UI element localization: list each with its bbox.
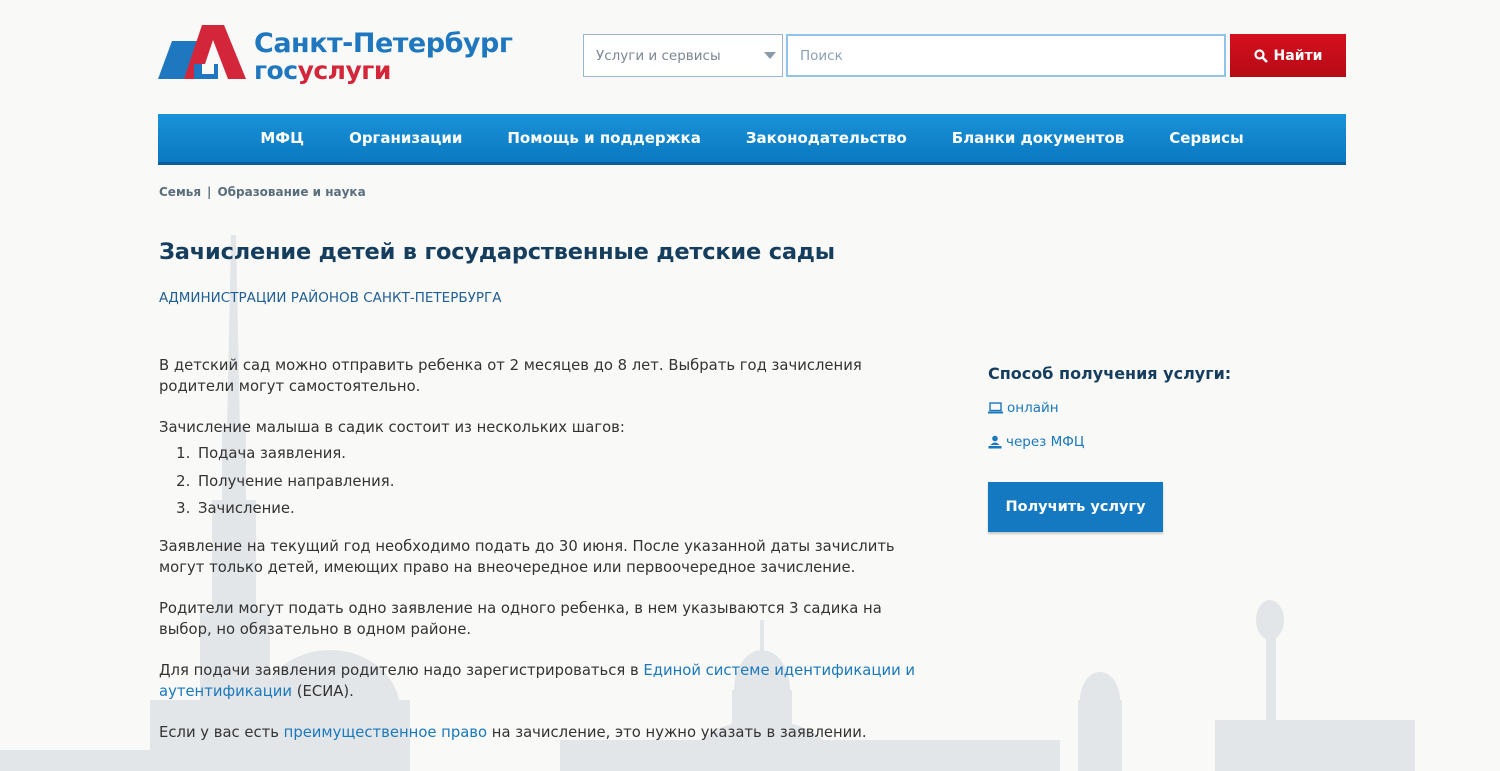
main-nav: МФЦ Организации Помощь и поддержка Закон… (158, 114, 1346, 165)
nav-item-organizations[interactable]: Организации (327, 129, 485, 147)
service-description: В детский сад можно отправить ребенка от… (159, 355, 919, 763)
breadcrumb-separator: | (207, 185, 212, 199)
category-select-value: Услуги и сервисы (596, 48, 721, 64)
chevron-down-icon (764, 52, 776, 59)
search-input[interactable] (786, 34, 1226, 77)
mfc-option-label: через МФЦ (1006, 434, 1085, 450)
breadcrumb-item-education[interactable]: Образование и наука (217, 185, 365, 199)
service-method-panel: Способ получения услуги: онлайн через МФ… (988, 364, 1288, 532)
online-option-link[interactable]: онлайн (988, 400, 1288, 416)
person-at-desk-icon (988, 435, 1002, 449)
search-icon (1253, 48, 1268, 63)
nav-item-forms[interactable]: Бланки документов (929, 129, 1147, 147)
service-method-heading: Способ получения услуги: (988, 364, 1232, 383)
online-option-label: онлайн (1007, 400, 1059, 416)
organization-link[interactable]: АДМИНИСТРАЦИИ РАЙОНОВ САНКТ-ПЕТЕРБУРГА (159, 290, 501, 306)
find-button[interactable]: Найти (1230, 34, 1346, 77)
nav-item-legislation[interactable]: Законодательство (723, 129, 929, 147)
laptop-icon (988, 402, 1003, 414)
paragraph-steps-intro: Зачисление малыша в садик состоит из нес… (159, 419, 625, 436)
paragraph-deadline: Заявление на текущий год необходимо пода… (159, 538, 895, 576)
site-logo[interactable]: Санкт-Петербург госуслуги (158, 24, 528, 86)
paragraph-registration: Для подачи заявления родителю надо зарег… (159, 662, 916, 700)
mfc-option-link[interactable]: через МФЦ (988, 434, 1288, 450)
nav-item-services[interactable]: Сервисы (1147, 129, 1266, 147)
steps-list: Подача заявления. Получение направления.… (173, 443, 919, 519)
logo-gosuslugi-text: госуслуги (254, 56, 391, 85)
paragraph-age: В детский сад можно отправить ребенка от… (159, 357, 862, 395)
priority-right-link[interactable]: преимущественное право (284, 724, 487, 741)
nav-item-help[interactable]: Помощь и поддержка (485, 129, 723, 147)
page-container: Санкт-Петербург госуслуги Услуги и серви… (158, 0, 1346, 771)
list-item: Зачисление. (195, 498, 919, 519)
category-select[interactable]: Услуги и сервисы (583, 34, 783, 77)
find-button-label: Найти (1273, 47, 1323, 64)
paragraph-choice: Родители могут подать одно заявление на … (159, 600, 882, 638)
breadcrumb: Семья | Образование и наука (159, 185, 366, 199)
list-item: Подача заявления. (195, 443, 919, 464)
get-service-button[interactable]: Получить услугу (988, 482, 1163, 532)
logo-city-text: Санкт-Петербург (254, 28, 513, 59)
logo-emblem-icon (158, 25, 246, 79)
nav-item-mfc[interactable]: МФЦ (238, 129, 327, 147)
page-title: Зачисление детей в государственные детск… (159, 239, 835, 265)
list-item: Получение направления. (195, 471, 919, 492)
breadcrumb-item-family[interactable]: Семья (159, 185, 201, 199)
paragraph-priority: Если у вас есть преимущественное право н… (159, 724, 867, 741)
